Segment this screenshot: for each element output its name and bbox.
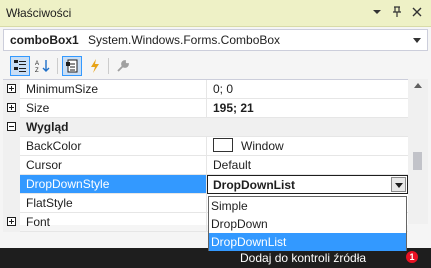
property-row-dropdownstyle[interactable]: DropDownStyle DropDownList bbox=[3, 175, 408, 194]
expand-plus-icon[interactable] bbox=[7, 84, 16, 93]
properties-window-titlebar: Właściwości bbox=[0, 0, 431, 27]
option-simple[interactable]: Simple bbox=[209, 197, 406, 215]
window-title: Właściwości bbox=[6, 6, 72, 20]
property-pages-wrench-icon[interactable] bbox=[113, 56, 133, 76]
property-value-text: Window bbox=[241, 139, 284, 153]
chevron-down-icon[interactable] bbox=[391, 177, 406, 192]
toolbar-separator bbox=[57, 58, 58, 74]
option-dropdownlist[interactable]: DropDownList bbox=[209, 233, 406, 251]
property-name: Size bbox=[20, 99, 207, 118]
object-selector[interactable]: comboBox1 System.Windows.Forms.ComboBox bbox=[3, 29, 428, 51]
notification-badge[interactable]: 1 bbox=[406, 251, 418, 263]
row-gutter bbox=[3, 80, 20, 99]
object-name: comboBox1 bbox=[10, 33, 79, 47]
property-value[interactable]: Default bbox=[207, 156, 408, 175]
property-value[interactable]: 0; 0 bbox=[207, 80, 408, 99]
property-row-minimumsize[interactable]: MinimumSize 0; 0 bbox=[3, 80, 408, 99]
expand-plus-icon[interactable] bbox=[7, 103, 16, 112]
collapse-minus-icon[interactable] bbox=[7, 122, 16, 131]
vertical-scrollbar[interactable] bbox=[408, 79, 428, 224]
property-row-cursor[interactable]: Cursor Default bbox=[3, 156, 408, 175]
property-row-size[interactable]: Size 195; 21 bbox=[3, 99, 408, 118]
property-name: Font bbox=[20, 213, 207, 232]
properties-toolbar: A Z bbox=[0, 54, 431, 78]
svg-text:A: A bbox=[35, 61, 39, 67]
alphabetical-icon[interactable]: A Z bbox=[33, 56, 53, 76]
property-row-backcolor[interactable]: BackColor Window bbox=[3, 137, 408, 156]
option-dropdown[interactable]: DropDown bbox=[209, 215, 406, 233]
status-bar: Dodaj do kontroli źródła bbox=[0, 248, 431, 268]
close-icon[interactable] bbox=[409, 3, 425, 21]
row-gutter bbox=[3, 194, 20, 213]
properties-icon[interactable] bbox=[62, 56, 82, 76]
row-gutter bbox=[3, 156, 20, 175]
property-value-combobox[interactable]: DropDownList bbox=[207, 175, 408, 194]
property-name: Cursor bbox=[20, 156, 207, 175]
property-value[interactable]: Window bbox=[207, 137, 408, 156]
category-row-wyglad[interactable]: Wygląd bbox=[3, 118, 408, 137]
property-name: FlatStyle bbox=[20, 194, 207, 213]
window-buttons bbox=[369, 3, 425, 21]
category-name: Wygląd bbox=[20, 118, 408, 137]
svg-text:Z: Z bbox=[35, 68, 39, 73]
row-gutter bbox=[3, 118, 20, 137]
toolbar-separator bbox=[108, 58, 109, 74]
row-gutter bbox=[3, 137, 20, 156]
property-name: DropDownStyle bbox=[20, 175, 207, 194]
row-gutter bbox=[3, 213, 20, 232]
row-gutter bbox=[3, 175, 20, 194]
chevron-down-icon[interactable] bbox=[413, 38, 421, 43]
events-lightning-icon[interactable] bbox=[85, 56, 105, 76]
dropdownstyle-options-list: Simple DropDown DropDownList bbox=[208, 196, 407, 251]
combobox-value: DropDownList bbox=[213, 178, 295, 192]
property-name: MinimumSize bbox=[20, 80, 207, 99]
property-value[interactable]: 195; 21 bbox=[207, 99, 408, 118]
row-gutter bbox=[3, 99, 20, 118]
categorized-icon[interactable] bbox=[10, 56, 30, 76]
object-type: System.Windows.Forms.ComboBox bbox=[88, 33, 281, 47]
pin-icon[interactable] bbox=[389, 3, 405, 21]
dropdown-arrow-icon[interactable] bbox=[369, 3, 385, 21]
scroll-up-arrow-icon[interactable] bbox=[414, 83, 422, 88]
color-swatch bbox=[213, 138, 233, 152]
expand-plus-icon[interactable] bbox=[7, 217, 16, 226]
source-control-status[interactable]: Dodaj do kontroli źródła bbox=[240, 251, 366, 265]
scrollbar-thumb[interactable] bbox=[413, 152, 422, 170]
property-name: BackColor bbox=[20, 137, 207, 156]
